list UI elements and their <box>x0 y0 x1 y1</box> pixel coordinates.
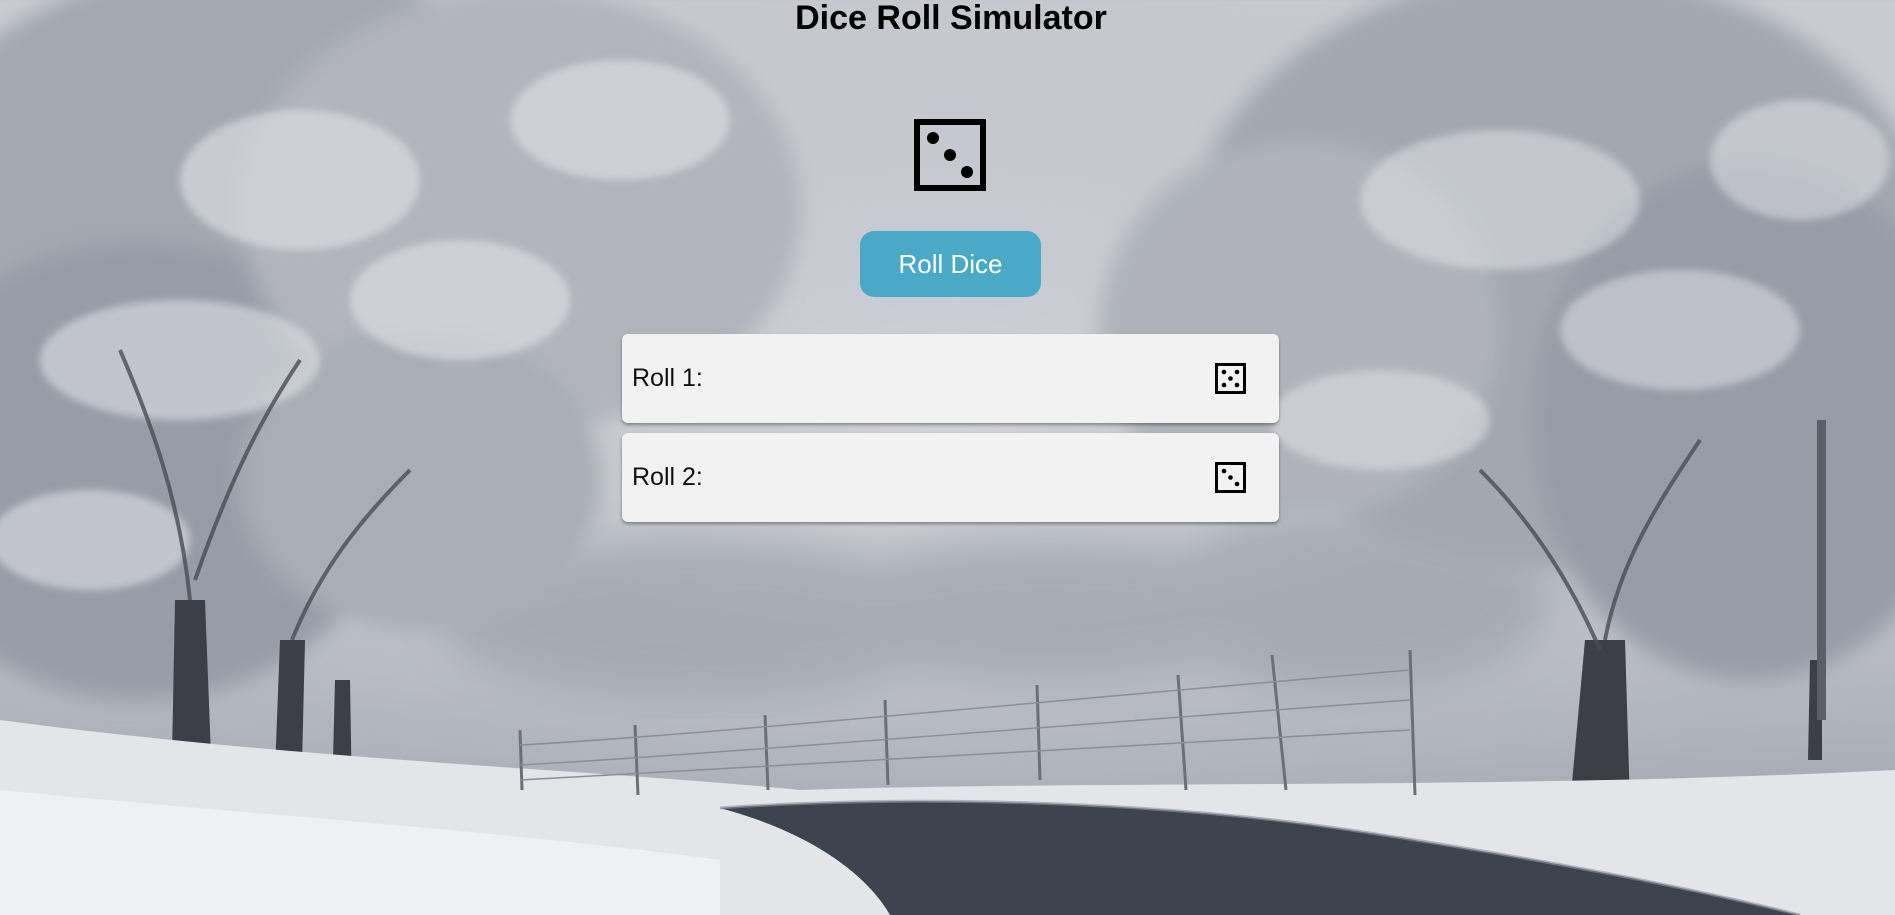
list-item: Roll 1: <box>622 334 1279 423</box>
roll-dice-button[interactable]: Roll Dice <box>860 231 1041 297</box>
roll-label: Roll 1: <box>632 364 703 392</box>
die-face-3-icon <box>914 119 986 191</box>
die-face-5-icon <box>1215 363 1246 394</box>
list-item: Roll 2: <box>622 433 1279 522</box>
dice-roll-app: Dice Roll Simulator Roll Dice Roll 1: Ro… <box>0 0 1895 915</box>
roll-history-list: Roll 1: Roll 2: <box>622 334 1279 532</box>
roll-label: Roll 2: <box>632 463 703 491</box>
page-title: Dice Roll Simulator <box>795 0 1107 37</box>
die-face-3-icon <box>1215 462 1246 493</box>
